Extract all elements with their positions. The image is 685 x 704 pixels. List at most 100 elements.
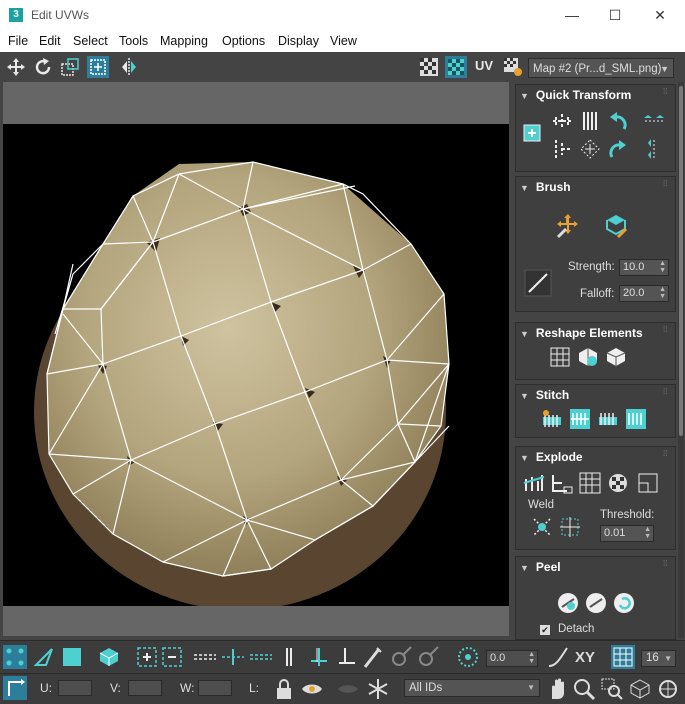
weld-selected-icon[interactable] (530, 515, 554, 539)
uvw-axis-icon[interactable] (3, 676, 27, 700)
uv-mesh-overlay[interactable] (3, 124, 509, 610)
straighten-icon[interactable] (548, 345, 572, 369)
zoom-selected-icon[interactable] (656, 677, 680, 701)
menu-file[interactable]: File (8, 34, 28, 48)
align-vertical-icon[interactable] (578, 109, 602, 133)
weld-target-icon[interactable] (558, 515, 582, 539)
stitch-target-icon[interactable] (568, 407, 592, 431)
edge-mode-icon[interactable] (32, 645, 56, 669)
threshold-spinner[interactable]: 0.01 ▲ ▼ (600, 525, 654, 542)
break-icon[interactable] (522, 471, 546, 495)
menu-display[interactable]: Display (278, 34, 319, 48)
box-element-icon[interactable] (604, 345, 628, 369)
material-ids-dropdown[interactable]: All IDs ▼ (404, 679, 540, 697)
rotate-ccw-icon[interactable] (606, 109, 630, 133)
stitch-average-icon[interactable] (596, 407, 620, 431)
rollout-title[interactable]: ▼ Quick Transform (520, 88, 631, 102)
face-mode-icon[interactable] (60, 645, 84, 669)
align-horizontal-icon[interactable] (550, 109, 574, 133)
mirror-icon[interactable] (118, 56, 140, 78)
grid-snap-icon[interactable] (611, 645, 635, 669)
vertex-mode-icon[interactable] (3, 645, 27, 669)
menu-tools[interactable]: Tools (119, 34, 148, 48)
xy-label[interactable]: XY (575, 649, 595, 666)
strength-spinner[interactable]: 10.0 ▲ ▼ (619, 259, 669, 276)
align-left-icon[interactable] (550, 137, 574, 161)
quick-peel-icon[interactable] (556, 591, 580, 615)
soft-selection-icon[interactable] (456, 645, 480, 669)
falloff-curve-icon[interactable] (524, 269, 552, 297)
drag-handle-icon[interactable]: ⁞⁞ (663, 560, 669, 568)
spinner-arrows-icon[interactable]: ▲ ▼ (644, 526, 651, 540)
show-icon[interactable] (336, 677, 360, 701)
rotate-icon[interactable] (32, 56, 54, 78)
shrink-selection-icon[interactable] (160, 645, 184, 669)
menu-select[interactable]: Select (73, 34, 108, 48)
flip-vertical-icon[interactable] (642, 137, 666, 161)
explode-checker-icon[interactable] (606, 471, 630, 495)
hide-icon[interactable] (300, 677, 324, 701)
drag-handle-icon[interactable]: ⁞⁞ (663, 450, 669, 458)
texture-canvas[interactable] (3, 124, 509, 610)
detach-edge-icon[interactable] (550, 471, 574, 495)
freeform-icon[interactable] (87, 56, 109, 78)
move-icon[interactable] (5, 56, 27, 78)
scrollbar-thumb[interactable] (679, 86, 683, 436)
rollout-title[interactable]: ▼ Brush (520, 180, 571, 194)
drag-handle-icon[interactable]: ⁞⁞ (663, 326, 669, 334)
v-coordinate-field[interactable] (128, 680, 162, 696)
loop-grow-icon[interactable] (193, 645, 217, 669)
rollout-title[interactable]: ▼ Explode (520, 450, 583, 464)
pan-hand-icon[interactable] (545, 677, 569, 701)
explode-uv-icon[interactable] (636, 471, 660, 495)
ring-grow-icon[interactable] (307, 645, 331, 669)
grid-size-dropdown[interactable]: 16 ▼ (641, 650, 676, 667)
select-by-angle-icon[interactable] (389, 645, 413, 669)
rollout-title[interactable]: ▼ Reshape Elements (520, 326, 643, 340)
spinner-arrows-icon[interactable]: ▲ ▼ (659, 286, 666, 300)
loop-add-icon[interactable] (221, 645, 245, 669)
select-overlap-icon[interactable] (416, 645, 440, 669)
close-button[interactable]: ✕ (648, 4, 672, 26)
zoom-icon[interactable] (572, 677, 596, 701)
menu-edit[interactable]: Edit (39, 34, 61, 48)
stitch-source-icon[interactable] (624, 407, 648, 431)
minimize-button[interactable]: — (560, 4, 584, 26)
falloff-spinner[interactable]: 20.0 ▲ ▼ (619, 285, 669, 302)
flip-horizontal-icon[interactable] (642, 109, 666, 133)
rollout-title[interactable]: ▼ Stitch (520, 388, 569, 402)
menu-options[interactable]: Options (222, 34, 265, 48)
zoom-region-icon[interactable] (600, 677, 624, 701)
panel-scrollbar[interactable] (678, 82, 684, 638)
detach-checkbox[interactable]: ✔ (540, 625, 550, 635)
drag-handle-icon[interactable]: ⁞⁞ (663, 88, 669, 96)
paint-move-icon[interactable] (554, 211, 582, 239)
map-settings-icon[interactable] (502, 56, 524, 78)
u-coordinate-field[interactable] (58, 680, 92, 696)
scale-icon[interactable] (59, 56, 81, 78)
rotate-cw-icon[interactable] (606, 137, 630, 161)
paint-select-icon[interactable] (361, 645, 385, 669)
spinner-arrows-icon[interactable]: ▲ ▼ (528, 651, 535, 665)
ring-shrink-icon[interactable] (335, 645, 359, 669)
spinner-arrows-icon[interactable]: ▲ ▼ (659, 260, 666, 274)
element-mode-icon[interactable] (97, 645, 121, 669)
relax-brush-icon[interactable] (602, 211, 630, 239)
maximize-button[interactable]: ☐ (603, 4, 627, 26)
pivot-icon[interactable] (520, 121, 544, 145)
spacing-icon[interactable] (578, 137, 602, 161)
stitch-custom-icon[interactable] (540, 407, 564, 431)
ring-icon[interactable] (277, 645, 301, 669)
reset-peel-icon[interactable] (612, 591, 636, 615)
drag-handle-icon[interactable]: ⁞⁞ (663, 180, 669, 188)
texture-checker-icon[interactable] (445, 56, 467, 78)
map-selector[interactable]: Map #2 (Pr...d_SML.png) ▼ (528, 58, 674, 78)
zoom-extents-icon[interactable] (628, 677, 652, 701)
checker-icon[interactable] (418, 56, 440, 78)
menu-view[interactable]: View (330, 34, 357, 48)
lock-icon[interactable] (272, 677, 296, 701)
drag-handle-icon[interactable]: ⁞⁞ (663, 388, 669, 396)
menu-mapping[interactable]: Mapping (160, 34, 208, 48)
explode-grid-icon[interactable] (578, 471, 602, 495)
uv-label[interactable]: UV (475, 58, 493, 73)
